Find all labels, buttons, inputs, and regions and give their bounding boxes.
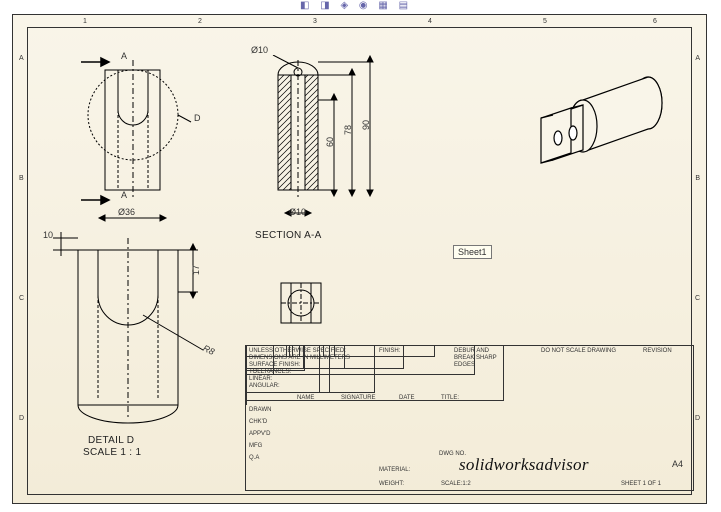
toolbar-icons: ◧ ◨ ◈ ◉ ▦ ▤ [300, 0, 412, 11]
tb-sheet: SHEET 1 OF 1 [621, 481, 661, 487]
tb-row-drawn: DRAWN [249, 407, 271, 413]
zone-col-6: 6 [653, 18, 657, 25]
title-block: UNLESS OTHERWISE SPECIFIED: DIMENSIONS A… [245, 345, 694, 491]
dia36-label: Ø36 [118, 207, 135, 217]
tb-row-qa: Q.A [249, 455, 259, 461]
tb-title-label: TITLE: [441, 395, 459, 401]
sheet-tooltip: Sheet1 [453, 245, 492, 259]
section-marker-top: A [121, 51, 127, 61]
zone-row-c: C [19, 295, 24, 302]
dim-90: 90 [361, 120, 371, 130]
detail-caption-1: DETAIL D [88, 435, 134, 446]
format-label: A4 [672, 459, 683, 469]
drawing-sheet: A B C D A B C D 1 2 3 4 5 6 [12, 14, 707, 504]
dim-78: 78 [343, 125, 353, 135]
zone-row-b: B [19, 175, 24, 182]
section-caption: SECTION A-A [255, 230, 322, 241]
detail-caption-2: SCALE 1 : 1 [83, 447, 141, 458]
isometric-view [513, 60, 683, 190]
tb-scale: SCALE:1:2 [441, 481, 471, 487]
tooltip-text: Sheet1 [458, 247, 487, 257]
section-marker-bot: A [121, 190, 127, 200]
detail-circle-label: D [194, 113, 201, 123]
zone-row-d-r: D [695, 415, 700, 422]
dim-60: 60 [325, 137, 335, 147]
front-view [63, 40, 213, 230]
detail-dim-10: 10 [43, 230, 53, 240]
tb-material: MATERIAL: [379, 467, 410, 473]
zone-col-2: 2 [198, 18, 202, 25]
section-top-dia: Ø10 [251, 45, 268, 55]
tb-weight: WEIGHT: [379, 481, 404, 487]
zone-row-d: D [19, 415, 24, 422]
aux-view [273, 275, 328, 330]
tb-dns: DO NOT SCALE DRAWING [541, 348, 616, 354]
tb-rev: REVISION [643, 348, 672, 354]
tb-row-mfg: MFG [249, 443, 262, 449]
zone-row-c-r: C [695, 295, 700, 302]
brand-text: solidworksadvisor [459, 455, 589, 475]
detail-view [33, 230, 233, 430]
detail-dim-17: 17 [191, 265, 201, 275]
zone-row-a-r: A [695, 55, 700, 62]
zone-row-a: A [19, 55, 24, 62]
zone-row-b-r: B [695, 175, 700, 182]
zone-col-4: 4 [428, 18, 432, 25]
section-view [238, 55, 408, 245]
tb-row-chkd: CHK'D [249, 419, 267, 425]
zone-col-5: 5 [543, 18, 547, 25]
section-bot-dia: Ø10 [289, 207, 306, 217]
zone-col-1: 1 [83, 18, 87, 25]
tb-row-appvd: APPV'D [249, 431, 271, 437]
zone-col-3: 3 [313, 18, 317, 25]
